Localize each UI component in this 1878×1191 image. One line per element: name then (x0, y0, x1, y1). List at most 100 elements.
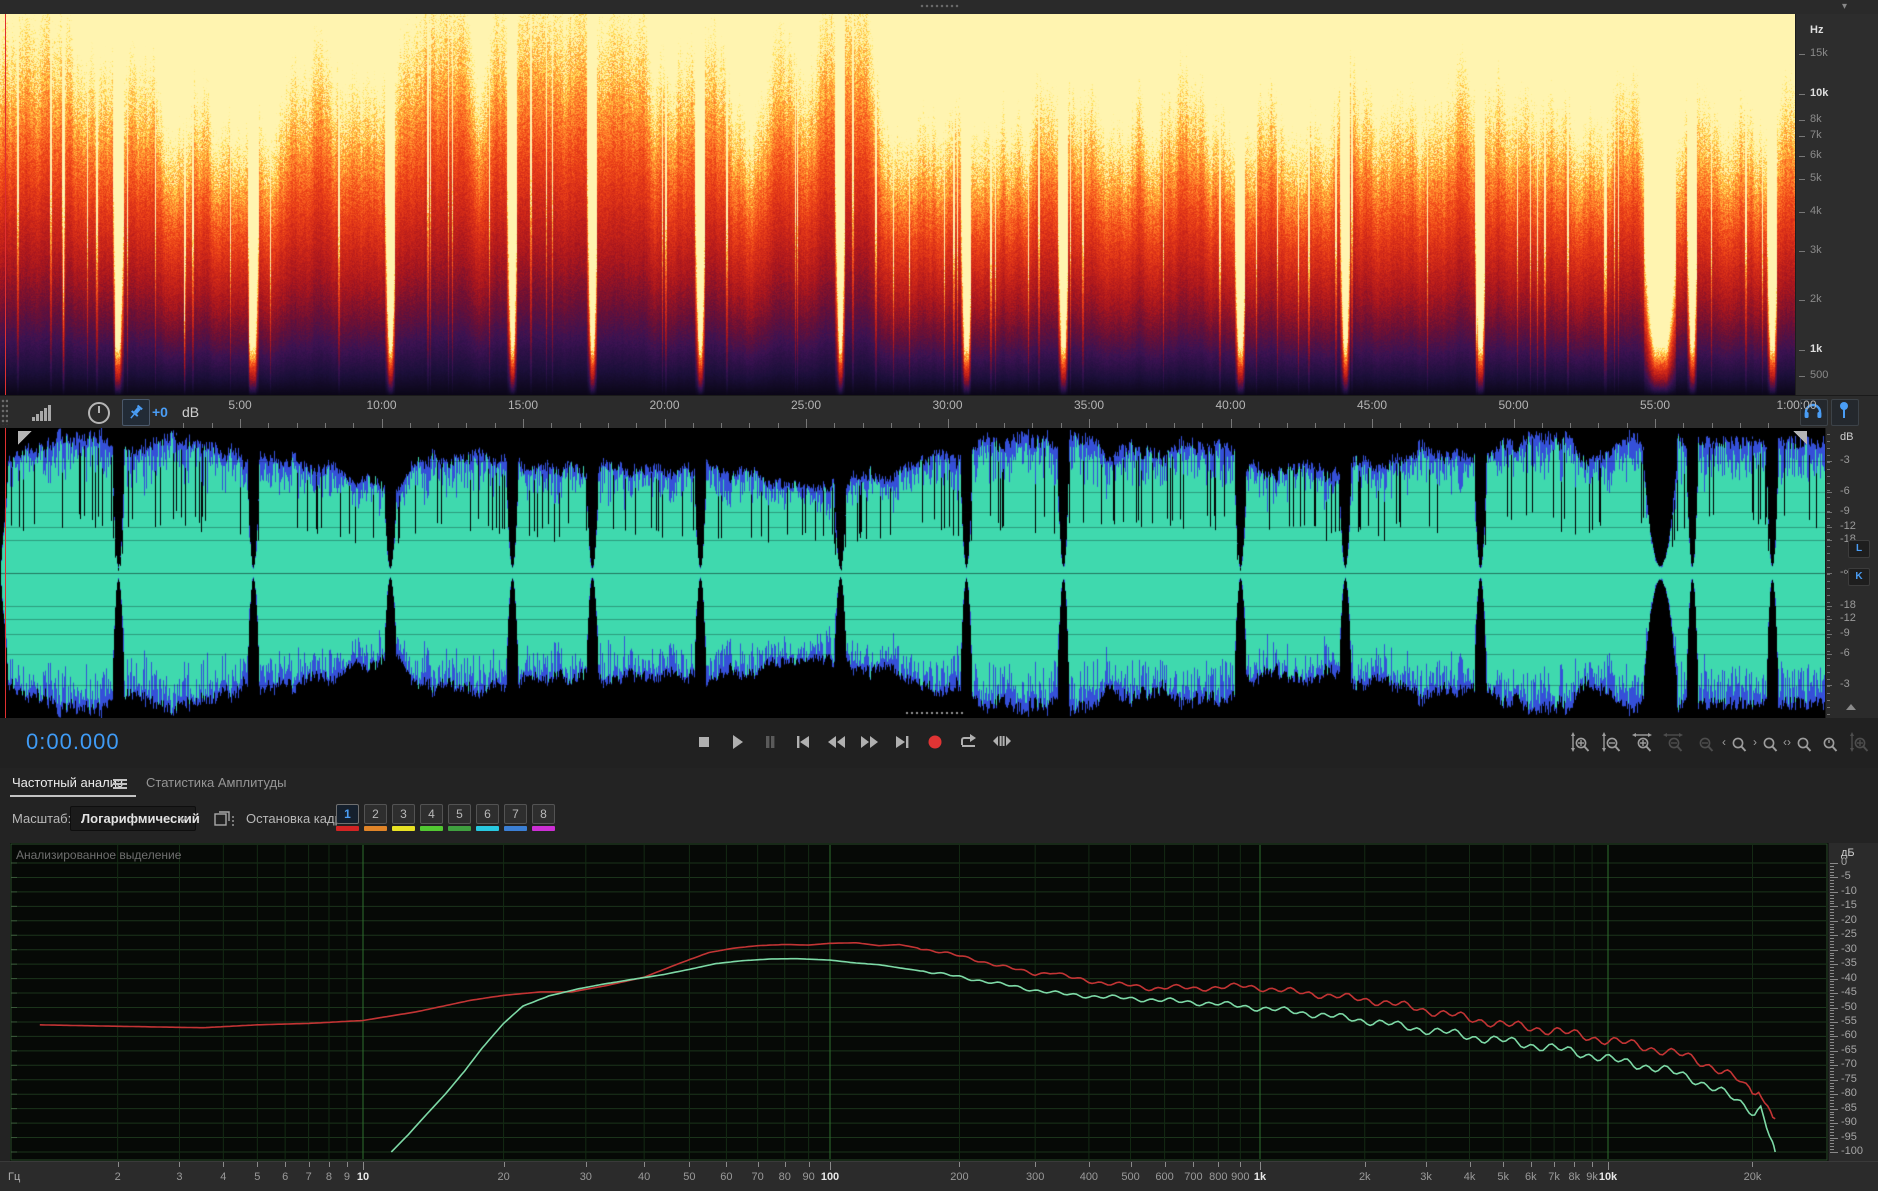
hold-frame-5[interactable]: 5 (448, 804, 471, 831)
frequency-ruler-label: 5k (1799, 172, 1822, 184)
panel-grip-handle[interactable] (920, 4, 960, 9)
hold-frame-buttons: 12345678 (336, 804, 555, 831)
frequency-ruler-unit: Hz (1810, 24, 1824, 36)
amplitude-label: -3 (1840, 454, 1850, 466)
time-ruler-label: 1:00:00 (1776, 398, 1817, 412)
stop-button[interactable] (690, 727, 719, 757)
marker-toggle-button[interactable] (1831, 399, 1859, 426)
transport-buttons (690, 727, 1016, 757)
plot-frequency-label: 2 (114, 1171, 121, 1183)
plot-db-label: -85 (1841, 1101, 1857, 1114)
zoom-reset-button[interactable] (1690, 727, 1719, 757)
panel-menu-hamburger-icon[interactable] (112, 777, 128, 791)
play-button[interactable] (723, 727, 752, 757)
plot-frequency-label: 500 (1121, 1171, 1140, 1183)
scale-dropdown[interactable]: Логарифмический (70, 806, 200, 831)
analyzed-selection-label: Анализированное выделение (16, 848, 182, 862)
hold-frame-color-bar (364, 826, 387, 831)
hold-frame-number: 7 (504, 804, 527, 824)
skip-to-start-button[interactable] (789, 727, 818, 757)
hold-frame-7[interactable]: 7 (504, 804, 527, 831)
hold-frame-3[interactable]: 3 (392, 804, 415, 831)
hold-frame-number: 4 (420, 804, 443, 824)
zoom-in-at-out-point-button[interactable]: › (1752, 727, 1781, 757)
plot-frequency-label: 600 (1155, 1171, 1174, 1183)
record-button[interactable] (921, 727, 950, 757)
loop-playback-button[interactable] (954, 727, 983, 757)
frequency-analysis-plot[interactable] (10, 843, 1828, 1161)
spectrogram-display[interactable] (0, 14, 1795, 395)
plot-frequency-label: 8 (325, 1171, 333, 1183)
channel-button-L[interactable]: L (1848, 540, 1870, 558)
zoom-in-amplitude-button[interactable] (1566, 727, 1595, 757)
amplitude-ruler-unit: dB (1840, 431, 1854, 443)
zoom-timed-button[interactable] (1814, 727, 1843, 757)
plot-db-label: -35 (1841, 957, 1857, 970)
plot-frequency-label: 2k (1358, 1171, 1371, 1183)
pin-toggle-button[interactable] (122, 399, 150, 426)
fast-forward-icon (861, 736, 878, 748)
time-ruler-label: 20:00 (649, 398, 680, 412)
clock-icon[interactable] (86, 400, 114, 428)
meter-levels-icon[interactable] (30, 400, 56, 424)
plot-frequency-label: 80 (778, 1171, 791, 1183)
hold-frame-2[interactable]: 2 (364, 804, 387, 831)
time-ruler-tick (947, 419, 949, 428)
amplitude-ruler[interactable]: dB -3 -6 -9 -12 -18 -∞ -18 -12 -9 -6 -3 L K (1825, 428, 1878, 718)
gain-value[interactable]: +0 (152, 404, 168, 420)
panel-menu-icon[interactable]: ▾ (1842, 1, 1847, 12)
channel-button-K[interactable]: K (1848, 568, 1870, 586)
plot-frequency-label: 6k (1524, 1171, 1537, 1183)
gain-handle-left[interactable] (18, 431, 32, 445)
hold-frame-number: 2 (364, 804, 387, 824)
pushpin-icon (130, 404, 143, 419)
hold-frame-color-bar (504, 826, 527, 831)
pause-button[interactable] (756, 727, 785, 757)
magnifier-icon (1601, 731, 1620, 752)
toolbar-grip-handle[interactable] (1, 399, 8, 425)
time-ruler-tick (1230, 419, 1232, 428)
magnifier-icon (1631, 732, 1652, 752)
hold-frame-number: 3 (392, 804, 415, 824)
plot-db-label: -40 (1841, 971, 1857, 984)
plot-frequency-label: 400 (1079, 1171, 1099, 1183)
hold-frame-6[interactable]: 6 (476, 804, 499, 831)
skip-to-end-button[interactable] (888, 727, 917, 757)
record-icon (928, 735, 942, 749)
hold-frame-1[interactable]: 1 (336, 804, 359, 831)
tab-frequency-analysis[interactable]: Частотный анализ (12, 775, 123, 790)
plot-frequency-label: 200 (950, 1171, 969, 1183)
plot-frequency-ruler[interactable]: Гц 2 3 4 5 6 7 8 9 10 20 30 40 50 60 70 80 90 100 200 300 40… (0, 1161, 1878, 1191)
copy-snapshot-icon[interactable] (212, 808, 236, 830)
hold-frame-8[interactable]: 8 (532, 804, 555, 831)
hold-frame-4[interactable]: 4 (420, 804, 443, 831)
frequency-ruler[interactable]: Hz 15k 10k 8k 7k 6k 5k 4k 3k 2k 1k 500 (1795, 14, 1878, 395)
plot-db-label: -65 (1841, 1043, 1857, 1056)
hold-frame-color-bar (392, 826, 415, 831)
frequency-ruler-label: 7k (1799, 129, 1822, 141)
plot-db-label: -70 (1841, 1058, 1857, 1071)
plot-frequency-label: 90 (802, 1171, 815, 1183)
plot-frequency-label: 4 (220, 1171, 227, 1183)
skip-selection-button[interactable] (987, 727, 1016, 757)
time-display[interactable]: 0:00.000 (26, 729, 120, 755)
rewind-button[interactable] (822, 727, 851, 757)
plot-db-label: -75 (1841, 1072, 1857, 1085)
playhead-spectrogram[interactable] (5, 14, 6, 395)
zoom-to-selection-button[interactable]: ‹› (1783, 727, 1812, 757)
scroll-up-arrow[interactable] (1846, 704, 1856, 710)
playhead-waveform[interactable] (5, 428, 6, 718)
zoom-full-button[interactable] (1845, 727, 1874, 757)
zoom-out-amplitude-button[interactable] (1597, 727, 1626, 757)
panel-splitter-handle[interactable] (905, 711, 965, 716)
gain-handle-right[interactable] (1793, 431, 1807, 445)
plot-db-ruler[interactable]: дБ 0 -5 -10 -15 -20 -25 -30 -35 -40 -45 -50 -55 -60-… (1828, 843, 1878, 1161)
fast-forward-button[interactable] (855, 727, 884, 757)
zoom-in-at-in-point-button[interactable]: ‹ (1721, 727, 1750, 757)
tab-amplitude-statistics[interactable]: Статистика Амплитуды (146, 775, 286, 790)
plot-frequency-label: 10k (1598, 1171, 1618, 1183)
plot-frequency-label: 8k (1568, 1171, 1581, 1183)
zoom-in-time-button[interactable] (1628, 727, 1657, 757)
zoom-out-time-button[interactable] (1659, 727, 1688, 757)
waveform-display[interactable] (0, 428, 1825, 718)
